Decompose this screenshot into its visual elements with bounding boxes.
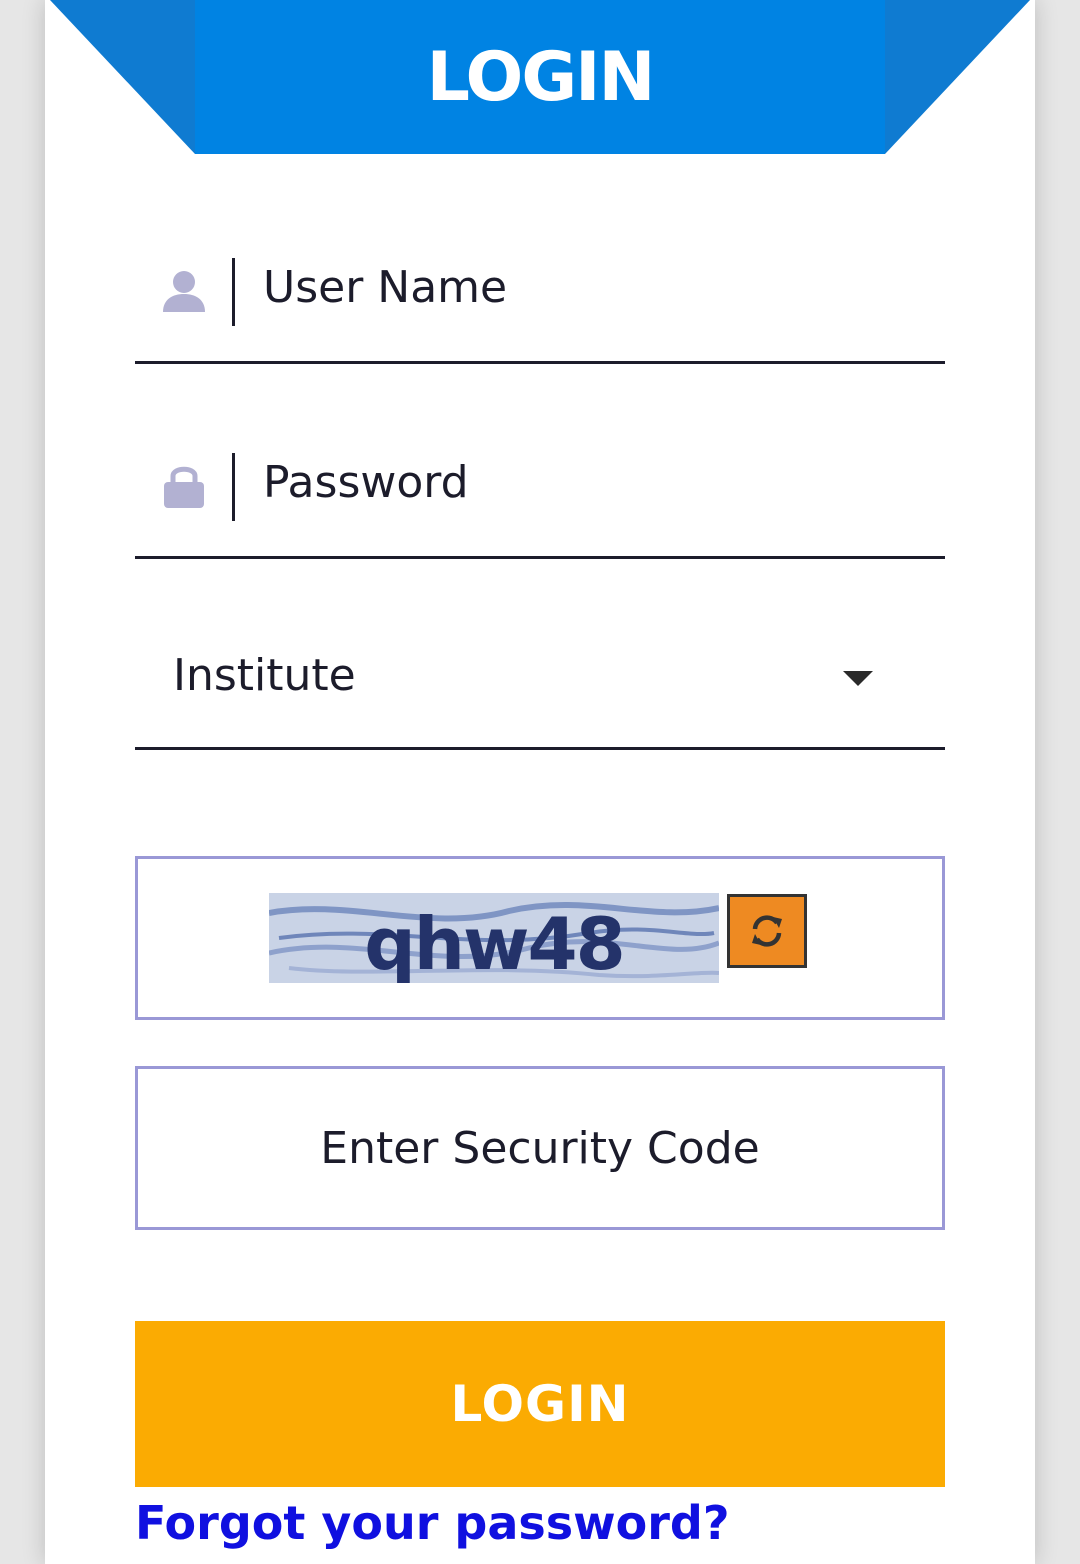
caret-down-icon xyxy=(843,671,873,686)
ribbon-right-fold xyxy=(885,0,1030,154)
captcha-text: qhw48 xyxy=(364,902,624,983)
institute-select[interactable]: Institute xyxy=(135,630,945,750)
forgot-password-link[interactable]: Forgot your password? xyxy=(135,1496,730,1550)
refresh-captcha-button[interactable] xyxy=(727,894,807,968)
captcha-image: qhw48 xyxy=(269,893,719,983)
ribbon-left-fold xyxy=(50,0,195,154)
password-separator xyxy=(232,453,235,521)
username-separator xyxy=(232,258,235,326)
login-button[interactable]: LOGIN xyxy=(135,1321,945,1487)
username-field[interactable]: User Name xyxy=(135,240,945,364)
captcha-box: qhw48 xyxy=(135,856,945,1020)
password-input[interactable]: Password xyxy=(263,457,469,508)
user-icon xyxy=(163,271,205,312)
login-card: LOGIN User Name Password Institute qhw48 xyxy=(45,0,1035,1564)
security-code-input[interactable]: Enter Security Code xyxy=(138,1069,942,1227)
page-title: LOGIN xyxy=(426,37,656,117)
lock-icon xyxy=(164,466,204,508)
security-code-field[interactable]: Enter Security Code xyxy=(135,1066,945,1230)
institute-select-value: Institute xyxy=(173,650,356,701)
refresh-icon xyxy=(752,915,782,947)
password-field[interactable]: Password xyxy=(135,435,945,559)
username-input[interactable]: User Name xyxy=(263,262,507,313)
